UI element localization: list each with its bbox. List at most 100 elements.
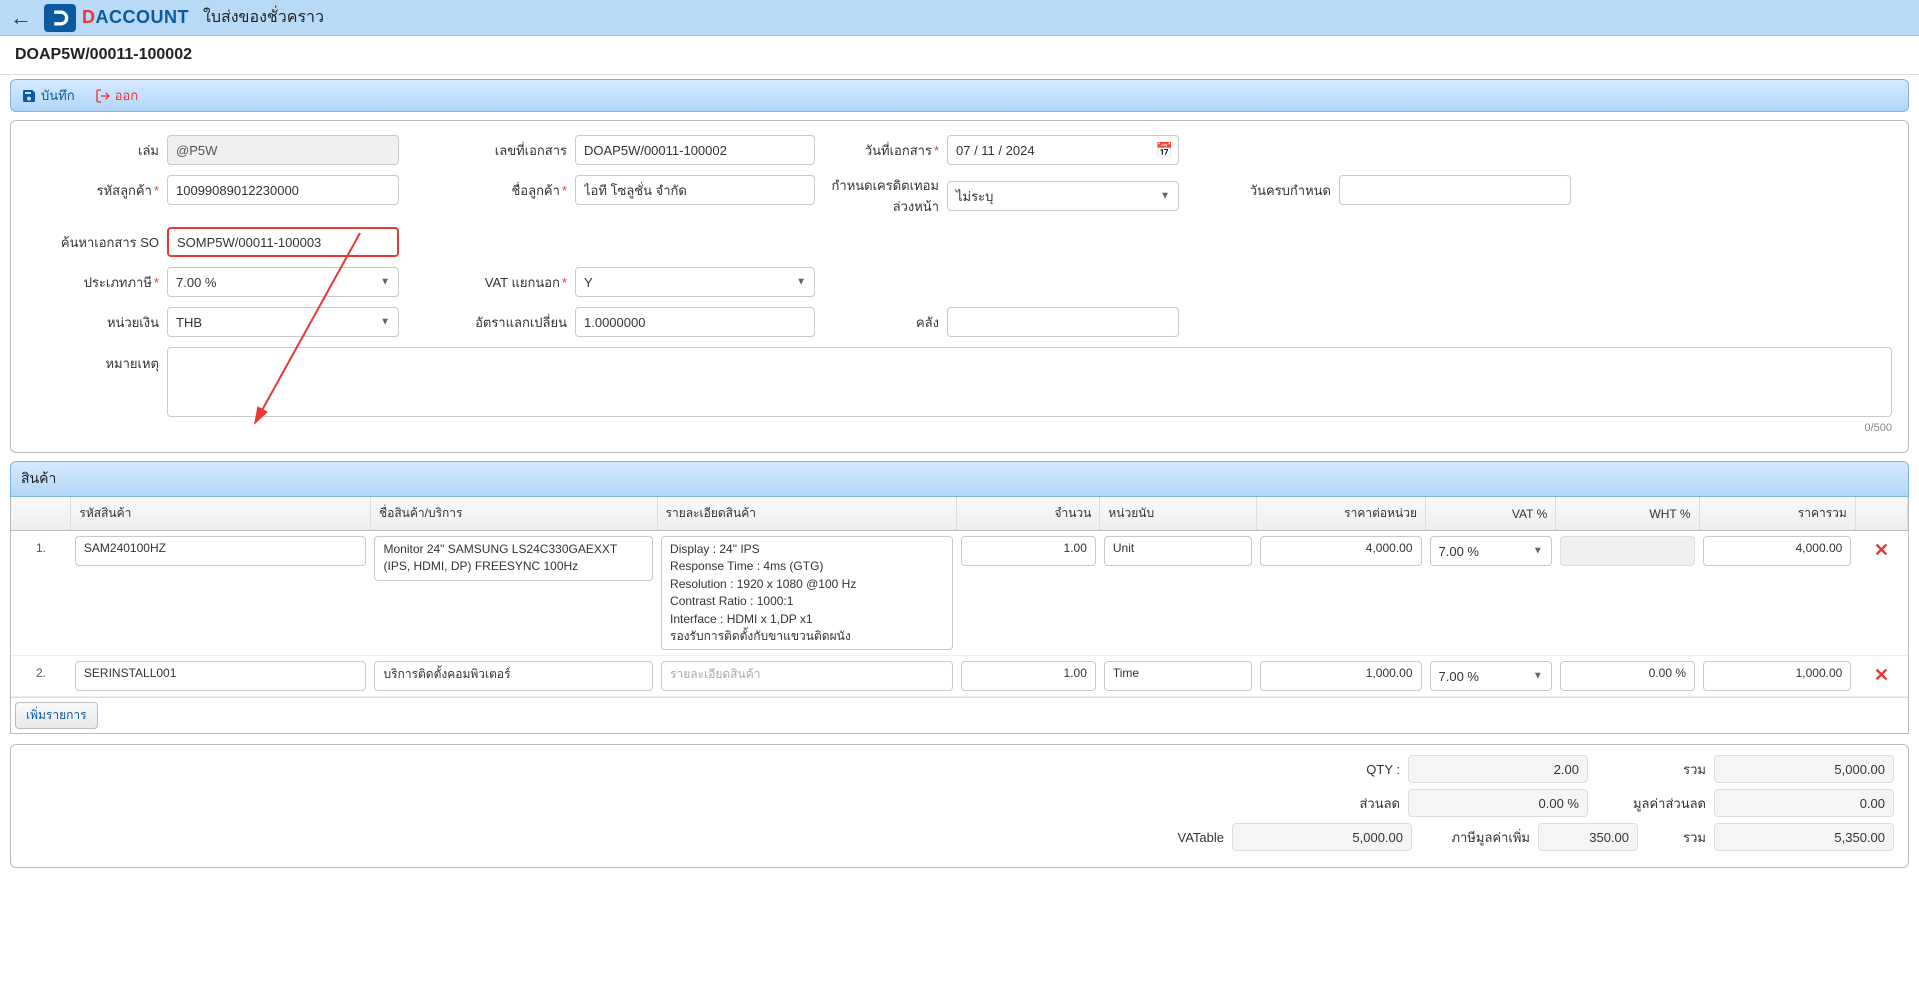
item-price-input[interactable]: 1,000.00 <box>1260 661 1421 691</box>
delete-row-icon[interactable]: ✕ <box>1859 661 1903 686</box>
row-index: 1. <box>11 531 71 656</box>
document-number-header: DOAP5W/00011-100002 <box>0 36 1919 75</box>
custcode-input[interactable] <box>167 175 399 205</box>
warehouse-label: คลัง <box>827 312 947 333</box>
discount-pct[interactable] <box>1408 789 1588 817</box>
exit-button[interactable]: ออก <box>95 85 139 106</box>
save-label: บันทึก <box>41 85 75 106</box>
item-qty-input[interactable]: 1.00 <box>961 536 1096 566</box>
item-wht-input[interactable]: 0.00 % <box>1560 661 1695 691</box>
vatable-total <box>1232 823 1412 851</box>
item-code-input[interactable]: SERINSTALL001 <box>75 661 367 691</box>
chevron-down-icon: ▼ <box>1533 546 1543 557</box>
taxtype-label: ประเภทภาษี <box>27 272 167 293</box>
sum-total <box>1714 755 1894 783</box>
duedate-input[interactable] <box>1339 175 1571 205</box>
sum-label: รวม <box>1596 759 1706 780</box>
table-row: 2.SERINSTALL001บริการติดตั้งคอมพิวเตอร์ ร… <box>11 656 1908 697</box>
custcode-label: รหัสลูกค้า <box>27 180 167 201</box>
col-name: ชื่อสินค้า/บริการ <box>370 497 657 531</box>
taxtype-select[interactable]: 7.00 %▼ <box>167 267 399 297</box>
col-code: รหัสสินค้า <box>71 497 371 531</box>
currency-select[interactable]: THB▼ <box>167 307 399 337</box>
exit-label: ออก <box>115 85 139 106</box>
chevron-down-icon: ▼ <box>796 277 806 288</box>
app-logo <box>44 4 76 32</box>
item-detail-input[interactable]: รายละเอียดสินค้า <box>661 661 953 691</box>
col-vat: VAT % <box>1426 497 1556 531</box>
col-total: ราคารวม <box>1699 497 1855 531</box>
vatsep-label: VAT แยกนอก <box>455 272 575 293</box>
totals-panel: QTY : รวม ส่วนลด มูลค่าส่วนลด VATable ภา… <box>10 744 1909 868</box>
volume-input <box>167 135 399 165</box>
qty-total <box>1408 755 1588 783</box>
item-qty-input[interactable]: 1.00 <box>961 661 1096 691</box>
brand-text: DACCOUNT <box>82 7 189 28</box>
docdate-input[interactable] <box>947 135 1179 165</box>
chevron-down-icon: ▼ <box>1533 671 1543 682</box>
form-panel: เล่ม เลขที่เอกสาร วันที่เอกสาร 📅 รหัสลูก… <box>10 120 1909 453</box>
item-price-input[interactable]: 4,000.00 <box>1260 536 1421 566</box>
row-index: 2. <box>11 656 71 697</box>
discountamt-total <box>1714 789 1894 817</box>
item-unit-input[interactable]: Time <box>1104 661 1252 691</box>
chevron-down-icon: ▼ <box>1160 191 1170 202</box>
action-toolbar: บันทึก ออก <box>10 79 1909 112</box>
custname-label: ชื่อลูกค้า <box>455 180 575 201</box>
docno-label: เลขที่เอกสาร <box>455 140 575 161</box>
discount-label: ส่วนลด <box>1290 793 1400 814</box>
save-button[interactable]: บันทึก <box>21 85 75 106</box>
col-qty: จำนวน <box>957 497 1100 531</box>
remark-charcount: 0/500 <box>167 422 1892 434</box>
delete-row-icon[interactable]: ✕ <box>1859 536 1903 561</box>
currency-label: หน่วยเงิน <box>27 312 167 333</box>
vatadd-label: ภาษีมูลค่าเพิ่ม <box>1420 827 1530 848</box>
col-detail: รายละเอียดสินค้า <box>657 497 957 531</box>
item-total-input[interactable]: 1,000.00 <box>1703 661 1851 691</box>
vatadd-total <box>1538 823 1638 851</box>
top-bar: ← DACCOUNT ใบส่งของชั่วคราว <box>0 0 1919 36</box>
grand-label: รวม <box>1646 827 1706 848</box>
searchso-label: ค้นหาเอกสาร SO <box>27 232 167 253</box>
grand-total <box>1714 823 1894 851</box>
item-wht-input <box>1560 536 1695 566</box>
save-icon <box>21 88 37 104</box>
table-row: 1.SAM240100HZMonitor 24" SAMSUNG LS24C33… <box>11 531 1908 656</box>
item-unit-input[interactable]: Unit <box>1104 536 1252 566</box>
page-title: ใบส่งของชั่วคราว <box>203 5 324 30</box>
custname-input[interactable] <box>575 175 815 205</box>
warehouse-input[interactable] <box>947 307 1179 337</box>
item-name-input[interactable]: Monitor 24" SAMSUNG LS24C330GAEXXT (IPS,… <box>374 536 653 581</box>
item-detail-input[interactable]: Display : 24" IPS Response Time : 4ms (G… <box>661 536 953 650</box>
exit-icon <box>95 88 111 104</box>
calendar-icon[interactable]: 📅 <box>1156 142 1173 159</box>
item-vat-select[interactable]: 7.00 %▼ <box>1430 661 1552 691</box>
discountamt-label: มูลค่าส่วนลด <box>1596 793 1706 814</box>
searchso-input[interactable] <box>167 227 399 257</box>
remark-textarea[interactable] <box>167 347 1892 417</box>
exchrate-input[interactable] <box>575 307 815 337</box>
back-arrow-icon[interactable]: ← <box>10 5 32 31</box>
item-total-input[interactable]: 4,000.00 <box>1703 536 1851 566</box>
remark-label: หมายเหตุ <box>27 347 167 374</box>
qty-label: QTY : <box>1290 762 1400 777</box>
item-name-input[interactable]: บริการติดตั้งคอมพิวเตอร์ <box>374 661 653 691</box>
vatsep-select[interactable]: Y▼ <box>575 267 815 297</box>
item-vat-select[interactable]: 7.00 %▼ <box>1430 536 1552 566</box>
items-grid: รหัสสินค้า ชื่อสินค้า/บริการ รายละเอียดส… <box>10 497 1909 734</box>
items-section-header: สินค้า <box>10 461 1909 497</box>
docdate-label: วันที่เอกสาร <box>827 140 947 161</box>
duedate-label: วันครบกำหนด <box>1209 180 1339 201</box>
item-code-input[interactable]: SAM240100HZ <box>75 536 367 566</box>
add-row-button[interactable]: เพิ่มรายการ <box>15 702 98 729</box>
exchrate-label: อัตราแลกเปลี่ยน <box>455 312 575 333</box>
chevron-down-icon: ▼ <box>380 277 390 288</box>
volume-label: เล่ม <box>27 140 167 161</box>
credit-label: กำหนดเครดิตเทอมล่วงหน้า <box>827 175 947 217</box>
col-wht: WHT % <box>1556 497 1699 531</box>
col-unit: หน่วยนับ <box>1100 497 1256 531</box>
credit-select[interactable]: ไม่ระบุ▼ <box>947 181 1179 211</box>
chevron-down-icon: ▼ <box>380 317 390 328</box>
vatable-label: VATable <box>984 830 1224 845</box>
docno-input[interactable] <box>575 135 815 165</box>
